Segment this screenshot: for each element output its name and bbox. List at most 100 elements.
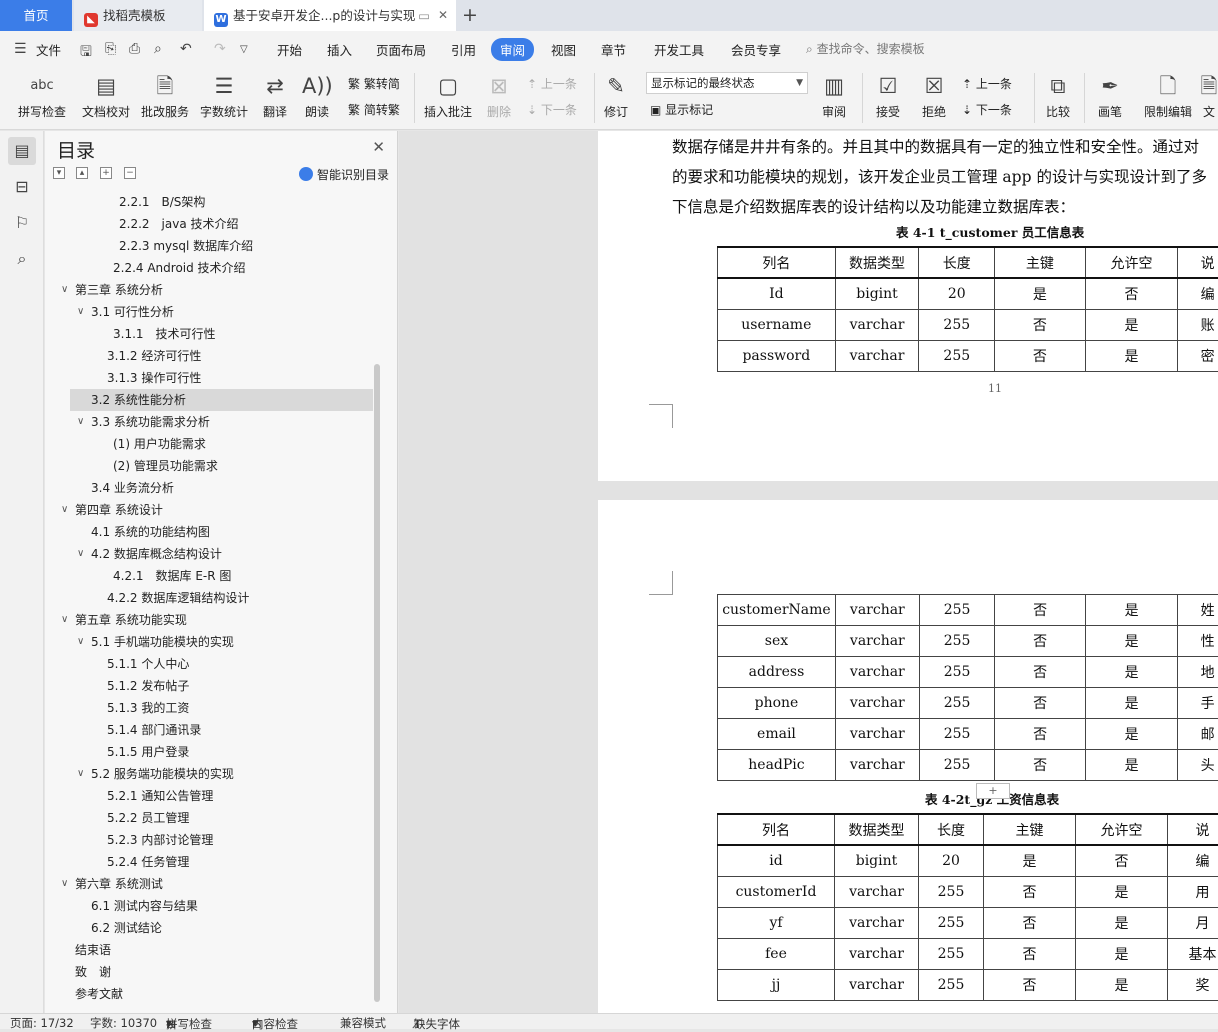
next-comment-button[interactable]: ⇣ 下一条: [527, 101, 577, 118]
document-action-button[interactable]: 🗎文: [1200, 71, 1218, 120]
smart-toc-button[interactable]: 智能识别目录: [299, 166, 389, 183]
toc-item[interactable]: 2.2.3 mysql 数据库介绍: [45, 235, 373, 257]
toc-item[interactable]: 致 谢: [45, 961, 373, 983]
compare-button[interactable]: ⧉比较: [1040, 71, 1076, 120]
show-markup-button[interactable]: ▣ 显示标记: [650, 101, 713, 118]
toc-item[interactable]: 5.1.5 用户登录: [45, 741, 373, 763]
toc-item[interactable]: (1) 用户功能需求: [45, 433, 373, 455]
print-icon[interactable]: ⎙: [129, 41, 140, 57]
expand-all-icon[interactable]: ▴: [76, 167, 88, 179]
restrict-editing-button[interactable]: 🗋限制编辑: [1142, 71, 1194, 120]
redo-icon[interactable]: ↷: [214, 41, 226, 57]
menu-page-layout[interactable]: 页面布局: [376, 40, 426, 59]
toc-item[interactable]: 3.1.1 技术可行性: [45, 323, 373, 345]
close-tab-icon[interactable]: ✕: [438, 0, 448, 31]
tab-document[interactable]: W基于安卓开发企...p的设计与实现 ▭ ✕: [204, 0, 456, 31]
next-change-button[interactable]: ⇣ 下一条: [962, 101, 1012, 118]
toc-item[interactable]: ∨4.2 数据库概念结构设计: [45, 543, 373, 565]
read-aloud-button[interactable]: A))朗读: [302, 71, 332, 120]
menu-view[interactable]: 视图: [551, 40, 576, 59]
toc-panel-icon[interactable]: ▤: [8, 137, 36, 165]
menu-references[interactable]: 引用: [451, 40, 476, 59]
tab-home[interactable]: 首页: [0, 0, 72, 31]
menu-review[interactable]: 审阅: [491, 38, 534, 61]
menu-developer[interactable]: 开发工具: [654, 40, 704, 59]
chevron-down-icon[interactable]: ∨: [77, 631, 84, 653]
chevron-down-icon[interactable]: ∨: [61, 873, 68, 895]
toc-item[interactable]: 参考文献: [45, 983, 373, 1005]
chevron-down-icon[interactable]: ∨: [61, 499, 68, 521]
spell-check-button[interactable]: abc拼写检查: [12, 71, 72, 120]
print-preview-icon[interactable]: ⌕: [154, 41, 162, 57]
delete-comment-button[interactable]: ⊠删除: [481, 71, 517, 120]
translate-button[interactable]: ⇄翻译: [257, 71, 293, 120]
quick-access-dropdown-icon[interactable]: ▽: [240, 44, 248, 55]
toc-item[interactable]: 5.2.4 任务管理: [45, 851, 373, 873]
toc-item[interactable]: 6.1 测试内容与结果: [45, 895, 373, 917]
toc-item[interactable]: ∨5.2 服务端功能模块的实现: [45, 763, 373, 785]
toc-item[interactable]: ∨3.3 系统功能需求分析: [45, 411, 373, 433]
toc-item[interactable]: 5.1.3 我的工资: [45, 697, 373, 719]
toc-item[interactable]: 5.2.1 通知公告管理: [45, 785, 373, 807]
bookmark-icon[interactable]: ⚐: [8, 209, 36, 237]
toc-item[interactable]: 6.2 测试结论: [45, 917, 373, 939]
menu-home[interactable]: 开始: [277, 40, 302, 59]
toc-item[interactable]: 2.2.1 B/S架构: [45, 191, 373, 213]
prev-comment-button[interactable]: ⇡ 上一条: [527, 75, 577, 92]
toc-item[interactable]: 2.2.2 java 技术介绍: [45, 213, 373, 235]
chevron-down-icon[interactable]: ∨: [61, 279, 68, 301]
chevron-down-icon[interactable]: ∨: [77, 763, 84, 785]
export-icon[interactable]: ⎘: [105, 41, 116, 57]
menu-chapter[interactable]: 章节: [601, 40, 626, 59]
remove-heading-icon[interactable]: −: [124, 167, 136, 179]
pen-button[interactable]: ✒画笔: [1092, 71, 1128, 120]
word-count-button[interactable]: ☰字数统计: [199, 71, 249, 120]
menu-insert[interactable]: 插入: [327, 40, 352, 59]
toc-item[interactable]: (2) 管理员功能需求: [45, 455, 373, 477]
close-icon[interactable]: ✕: [372, 138, 385, 156]
toc-item[interactable]: 5.2.2 员工管理: [45, 807, 373, 829]
add-heading-icon[interactable]: +: [100, 167, 112, 179]
save-icon[interactable]: 🖫: [80, 41, 92, 65]
toc-item[interactable]: 5.1.1 个人中心: [45, 653, 373, 675]
insert-comment-button[interactable]: ▢插入批注: [422, 71, 474, 120]
tab-template[interactable]: ◣找稻壳模板: [74, 0, 202, 31]
chapter-nav-icon[interactable]: ⊟: [8, 173, 36, 201]
toc-item[interactable]: ∨3.1 可行性分析: [45, 301, 373, 323]
toc-item[interactable]: ∨第三章 系统分析: [45, 279, 373, 301]
toc-scrollbar[interactable]: [374, 364, 380, 1002]
table-add-row-icon[interactable]: +: [976, 783, 1010, 799]
accept-button[interactable]: ☑接受: [870, 71, 906, 120]
toc-item[interactable]: ∨第四章 系统设计: [45, 499, 373, 521]
batch-service-button[interactable]: 🗎批改服务: [140, 71, 190, 120]
toc-item[interactable]: 5.1.2 发布帖子: [45, 675, 373, 697]
chevron-down-icon[interactable]: ∨: [61, 609, 68, 631]
chevron-down-icon[interactable]: ∨: [77, 543, 84, 565]
command-search[interactable]: ⌕ 查找命令、搜索模板: [806, 40, 925, 57]
toc-item[interactable]: 3.4 业务流分析: [45, 477, 373, 499]
menu-membership[interactable]: 会员专享: [731, 40, 781, 59]
toc-item[interactable]: 4.2.2 数据库逻辑结构设计: [45, 587, 373, 609]
toc-item[interactable]: 4.1 系统的功能结构图: [45, 521, 373, 543]
toc-item[interactable]: 5.1.4 部门通讯录: [45, 719, 373, 741]
toc-item[interactable]: ∨第五章 系统功能实现: [45, 609, 373, 631]
chevron-down-icon[interactable]: ∨: [77, 411, 84, 433]
toc-item[interactable]: 3.1.2 经济可行性: [45, 345, 373, 367]
prev-change-button[interactable]: ⇡ 上一条: [962, 75, 1012, 92]
reject-button[interactable]: ☒拒绝: [916, 71, 952, 120]
collapse-all-icon[interactable]: ▾: [53, 167, 65, 179]
toc-item[interactable]: ∨第六章 系统测试: [45, 873, 373, 895]
hamburger-icon[interactable]: ☰: [14, 41, 27, 57]
menu-file[interactable]: 文件: [36, 40, 61, 59]
monitor-icon[interactable]: ▭: [418, 0, 430, 31]
toc-item[interactable]: 3.2 系统性能分析: [70, 389, 373, 411]
review-pane-button[interactable]: ▥审阅: [816, 71, 852, 120]
toc-item[interactable]: ∨5.1 手机端功能模块的实现: [45, 631, 373, 653]
document-area[interactable]: 数据存储是井井有条的。并且其中的数据具有一定的独立性和安全性。通过对 的要求和功…: [399, 131, 1218, 1013]
toc-item[interactable]: 2.2.4 Android 技术介绍: [45, 257, 373, 279]
track-changes-button[interactable]: ✎修订: [600, 71, 632, 120]
trad-to-simp-button[interactable]: 繁 繁转简: [348, 75, 400, 92]
simp-to-trad-button[interactable]: 繁 简转繁: [348, 101, 400, 118]
undo-icon[interactable]: ↶: [180, 41, 192, 57]
search-icon[interactable]: ⌕: [8, 245, 36, 273]
